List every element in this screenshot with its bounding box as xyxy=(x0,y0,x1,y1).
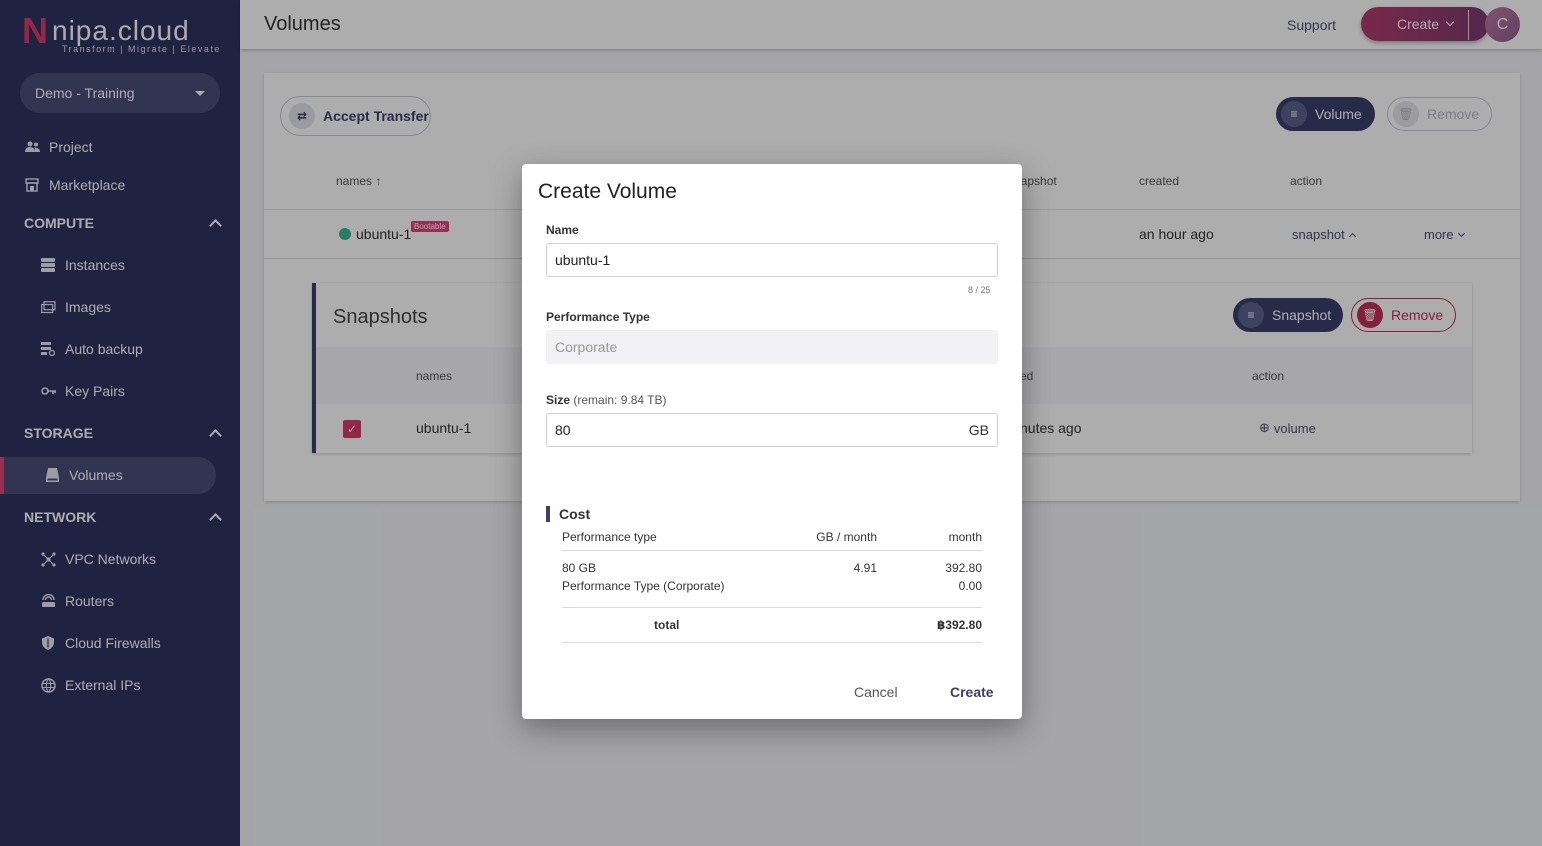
cost-row-month: 0.00 xyxy=(958,579,982,593)
cost-col-performance: Performance type xyxy=(562,530,657,544)
cost-row-per-gb: 4.91 xyxy=(853,561,877,575)
size-unit: GB xyxy=(968,422,989,438)
name-input[interactable]: ubuntu-1 xyxy=(546,243,998,277)
cost-col-per-gb: GB / month xyxy=(816,530,877,544)
performance-type-field: Corporate xyxy=(546,330,998,364)
size-input[interactable]: 80 GB xyxy=(546,413,998,447)
cost-total-label: total xyxy=(654,618,680,632)
cost-col-month: month xyxy=(948,530,982,544)
divider xyxy=(562,642,982,643)
cost-row-month: 392.80 xyxy=(945,561,982,575)
cost-row-label: Performance Type (Corporate) xyxy=(562,579,725,593)
size-label: Size (remain: 9.84 TB) xyxy=(546,393,667,407)
performance-type-value: Corporate xyxy=(555,339,618,355)
create-button[interactable]: Create xyxy=(950,684,994,700)
size-label-text: Size xyxy=(546,393,571,407)
cost-row-label: 80 GB xyxy=(562,561,597,575)
cancel-button[interactable]: Cancel xyxy=(854,684,898,700)
performance-type-label: Performance Type xyxy=(546,310,650,324)
size-input-value: 80 xyxy=(555,422,571,438)
dialog-title: Create Volume xyxy=(538,180,677,203)
cost-heading: Cost xyxy=(546,506,590,522)
name-label: Name xyxy=(546,223,579,237)
name-input-value: ubuntu-1 xyxy=(555,252,611,268)
size-remaining: (remain: 9.84 TB) xyxy=(573,393,667,407)
cost-total-value: ฿392.80 xyxy=(936,618,982,632)
divider xyxy=(562,550,982,551)
divider xyxy=(562,607,982,608)
name-char-counter: 8 / 25 xyxy=(968,285,991,295)
create-volume-dialog: Create Volume Name ubuntu-1 8 / 25 Perfo… xyxy=(522,164,1022,719)
